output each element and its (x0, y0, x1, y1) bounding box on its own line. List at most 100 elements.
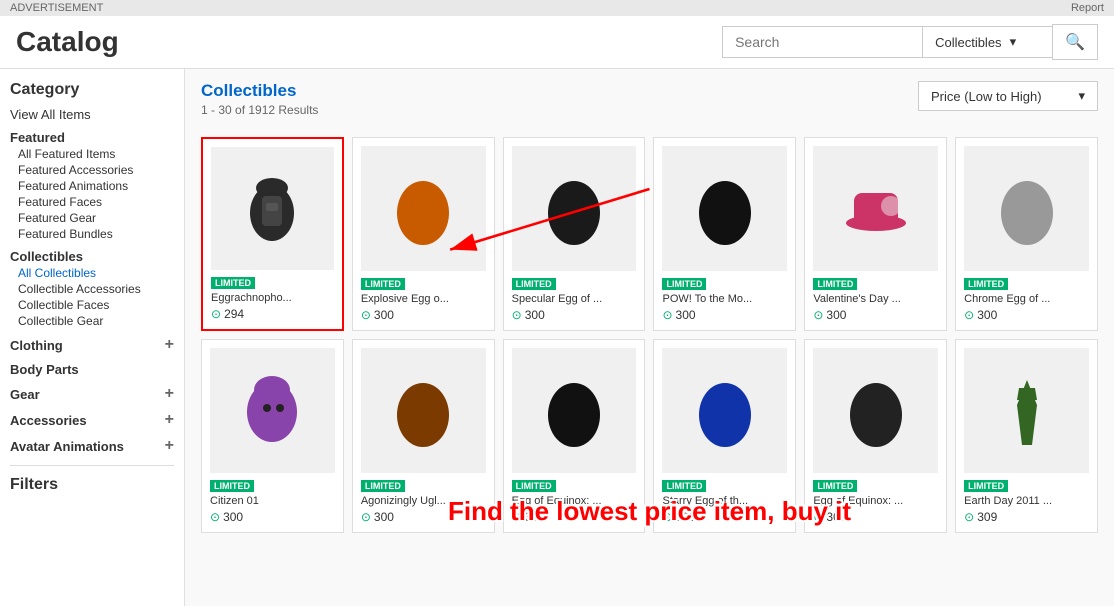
collectibles-section-title: Collectibles (10, 249, 174, 264)
item-image (813, 348, 938, 473)
sidebar-item-all-featured[interactable]: All Featured Items (10, 147, 174, 161)
item-card[interactable]: LIMITED Explosive Egg o... ⊙ 300 (352, 137, 495, 331)
item-image (662, 348, 787, 473)
item-price: ⊙ 300 (210, 510, 335, 524)
item-name: Explosive Egg o... (361, 293, 486, 305)
result-count: 1 - 30 of 1912 Results (201, 103, 318, 117)
dropdown-value: Collectibles (935, 35, 1001, 50)
item-name: Valentine's Day ... (813, 293, 938, 305)
robux-icon: ⊙ (512, 308, 522, 322)
item-price: ⊙ 309 (964, 510, 1089, 524)
category-dropdown[interactable]: Collectibles ▾ (922, 26, 1052, 58)
view-all-items-link[interactable]: View All Items (10, 107, 174, 122)
advertisement-label: ADVERTISEMENT (10, 2, 103, 14)
gear-label: Gear (10, 387, 40, 402)
item-name: POW! To the Mo... (662, 293, 787, 305)
search-icon: 🔍 (1065, 34, 1085, 51)
sidebar-item-featured-animations[interactable]: Featured Animations (10, 179, 174, 193)
price-value: 300 (525, 510, 545, 524)
content-meta: Collectibles 1 - 30 of 1912 Results (201, 81, 318, 127)
item-card[interactable]: LIMITED Chrome Egg of ... ⊙ 300 (955, 137, 1098, 331)
search-button[interactable]: 🔍 (1052, 24, 1098, 60)
content-area: Collectibles 1 - 30 of 1912 Results Pric… (185, 69, 1114, 606)
item-card[interactable]: LIMITED Citizen 01 ⊙ 300 (201, 339, 344, 533)
sidebar: Category View All Items Featured All Fea… (0, 69, 185, 606)
content-title: Collectibles (201, 81, 318, 101)
sort-dropdown[interactable]: Price (Low to High) ▾ (918, 81, 1098, 111)
avatar-animations-label: Avatar Animations (10, 439, 124, 454)
clothing-label: Clothing (10, 338, 63, 353)
sort-label: Price (Low to High) (931, 89, 1042, 104)
items-grid-row2: LIMITED Citizen 01 ⊙ 300 LIMITED Agonizi… (201, 339, 1098, 533)
item-name: Chrome Egg of ... (964, 293, 1089, 305)
price-value: 300 (676, 510, 696, 524)
main-layout: Category View All Items Featured All Fea… (0, 69, 1114, 606)
accessories-toggle[interactable]: Accessories + (10, 411, 174, 429)
robux-icon: ⊙ (964, 308, 974, 322)
sidebar-item-featured-gear[interactable]: Featured Gear (10, 211, 174, 225)
item-card[interactable]: LIMITED POW! To the Mo... ⊙ 300 (653, 137, 796, 331)
robux-icon: ⊙ (361, 308, 371, 322)
category-heading: Category (10, 81, 174, 99)
item-card[interactable]: LIMITED Valentine's Day ... ⊙ 300 (804, 137, 947, 331)
body-parts-toggle[interactable]: Body Parts (10, 362, 174, 377)
gear-toggle[interactable]: Gear + (10, 385, 174, 403)
item-name: Eggrachnopho... (211, 292, 334, 304)
robux-icon: ⊙ (813, 510, 823, 524)
search-bar: Collectibles ▾ 🔍 (722, 24, 1098, 60)
item-price: ⊙ 300 (662, 510, 787, 524)
price-value: 294 (224, 307, 244, 321)
sidebar-item-collectible-gear[interactable]: Collectible Gear (10, 314, 174, 328)
limited-badge: LIMITED (813, 480, 857, 492)
sidebar-item-all-collectibles[interactable]: All Collectibles (10, 266, 174, 280)
price-value: 300 (525, 308, 545, 322)
item-image (964, 348, 1089, 473)
sidebar-item-collectible-accessories[interactable]: Collectible Accessories (10, 282, 174, 296)
sidebar-item-featured-bundles[interactable]: Featured Bundles (10, 227, 174, 241)
item-price: ⊙ 300 (813, 510, 938, 524)
clothing-expand-icon: + (165, 336, 174, 354)
item-image (512, 348, 637, 473)
accessories-label: Accessories (10, 413, 87, 428)
item-image (210, 348, 335, 473)
sidebar-item-collectible-faces[interactable]: Collectible Faces (10, 298, 174, 312)
item-name: Egg of Equinox: ... (813, 495, 938, 507)
robux-icon: ⊙ (662, 308, 672, 322)
limited-badge: LIMITED (361, 278, 405, 290)
item-card[interactable]: LIMITED Agonizingly Ugl... ⊙ 300 (352, 339, 495, 533)
item-image (662, 146, 787, 271)
limited-badge: LIMITED (813, 278, 857, 290)
sidebar-item-featured-accessories[interactable]: Featured Accessories (10, 163, 174, 177)
limited-badge: LIMITED (210, 480, 254, 492)
robux-icon: ⊙ (512, 510, 522, 524)
item-name: Egg of Equinox: ... (512, 495, 637, 507)
item-price: ⊙ 300 (512, 308, 637, 322)
price-value: 300 (374, 510, 394, 524)
content-header: Collectibles 1 - 30 of 1912 Results Pric… (201, 81, 1098, 127)
search-input[interactable] (722, 26, 922, 58)
item-name: Earth Day 2011 ... (964, 495, 1089, 507)
item-card[interactable]: LIMITED Specular Egg of ... ⊙ 300 (503, 137, 646, 331)
item-card[interactable]: LIMITED Starry Egg of th... ⊙ 300 (653, 339, 796, 533)
item-image (813, 146, 938, 271)
item-card[interactable]: LIMITED Earth Day 2011 ... ⊙ 309 (955, 339, 1098, 533)
robux-icon: ⊙ (813, 308, 823, 322)
item-image (964, 146, 1089, 271)
item-price: ⊙ 300 (662, 308, 787, 322)
item-price: ⊙ 300 (512, 510, 637, 524)
clothing-toggle[interactable]: Clothing + (10, 336, 174, 354)
filters-heading: Filters (10, 476, 174, 494)
avatar-animations-toggle[interactable]: Avatar Animations + (10, 437, 174, 455)
sidebar-item-featured-faces[interactable]: Featured Faces (10, 195, 174, 209)
featured-section-title: Featured (10, 130, 174, 145)
item-card[interactable]: LIMITED Egg of Equinox: ... ⊙ 300 (503, 339, 646, 533)
price-value: 300 (374, 308, 394, 322)
sort-chevron-icon: ▾ (1078, 88, 1085, 104)
items-section: LIMITED Eggrachnopho... ⊙ 294 LIMITED Ex… (201, 137, 1098, 533)
robux-icon: ⊙ (361, 510, 371, 524)
report-link[interactable]: Report (1071, 2, 1104, 14)
item-card[interactable]: LIMITED Eggrachnopho... ⊙ 294 (201, 137, 344, 331)
item-card[interactable]: LIMITED Egg of Equinox: ... ⊙ 300 (804, 339, 947, 533)
price-value: 300 (977, 308, 997, 322)
item-image (361, 348, 486, 473)
